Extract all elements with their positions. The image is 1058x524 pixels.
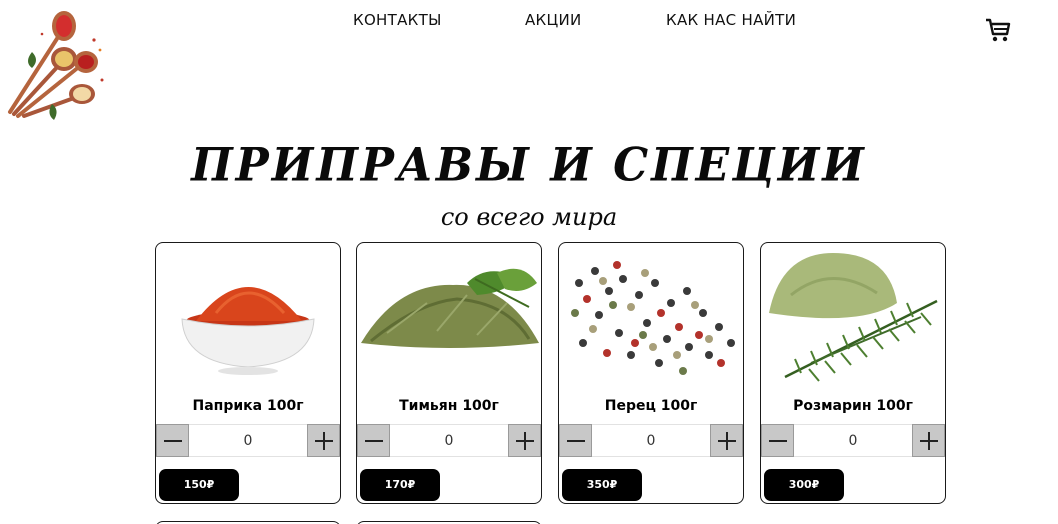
rosemary-image bbox=[769, 253, 938, 382]
product-name: Паприка 100г bbox=[192, 398, 304, 414]
product-name: Тимьян 100г bbox=[399, 398, 499, 414]
product-name: Перец 100г bbox=[604, 398, 698, 414]
leaf-1 bbox=[28, 52, 36, 68]
price-button[interactable]: 170₽ bbox=[360, 469, 440, 501]
quantity-stepper: 0 bbox=[559, 424, 743, 458]
increment-button[interactable] bbox=[307, 424, 340, 457]
cart-icon[interactable] bbox=[984, 16, 1012, 44]
product-name: Розмарин 100г bbox=[793, 398, 913, 414]
nav-contacts-link[interactable]: КОНТАКТЫ bbox=[353, 11, 442, 29]
increment-button[interactable] bbox=[508, 424, 541, 457]
page-title: ПРИПРАВЫ И СПЕЦИИ bbox=[191, 138, 867, 193]
decrement-button[interactable] bbox=[357, 424, 390, 457]
price-button[interactable]: 300₽ bbox=[764, 469, 844, 501]
product-card: Паприка 100г 0 150₽ bbox=[155, 242, 341, 504]
decrement-button[interactable] bbox=[156, 424, 189, 457]
product-card: Тимьян 100г 0 170₽ bbox=[356, 242, 542, 504]
quantity-stepper: 0 bbox=[761, 424, 945, 458]
paprika-image bbox=[181, 287, 315, 375]
nav-promotions-link[interactable]: АКЦИИ bbox=[525, 11, 582, 29]
decrement-button[interactable] bbox=[761, 424, 794, 457]
quantity-stepper: 0 bbox=[156, 424, 340, 458]
nav-find-us-link[interactable]: КАК НАС НАЙТИ bbox=[666, 11, 796, 29]
price-button[interactable]: 150₽ bbox=[159, 469, 239, 501]
decrement-button[interactable] bbox=[559, 424, 592, 457]
quantity-value[interactable]: 0 bbox=[390, 424, 508, 457]
increment-button[interactable] bbox=[912, 424, 945, 457]
quantity-value[interactable]: 0 bbox=[189, 424, 307, 457]
product-card: Перец 100г 0 350₽ bbox=[558, 242, 744, 504]
quantity-stepper: 0 bbox=[357, 424, 541, 458]
quantity-value[interactable]: 0 bbox=[592, 424, 710, 457]
quantity-value[interactable]: 0 bbox=[794, 424, 912, 457]
product-card: Розмарин 100г 0 300₽ bbox=[760, 242, 946, 504]
page-subtitle: со всего мира bbox=[440, 203, 618, 231]
thyme-image bbox=[361, 268, 539, 348]
price-button[interactable]: 350₽ bbox=[562, 469, 642, 501]
pepper-image bbox=[571, 261, 735, 375]
top-nav: КОНТАКТЫ АКЦИИ КАК НАС НАЙТИ bbox=[0, 11, 1058, 33]
increment-button[interactable] bbox=[710, 424, 743, 457]
